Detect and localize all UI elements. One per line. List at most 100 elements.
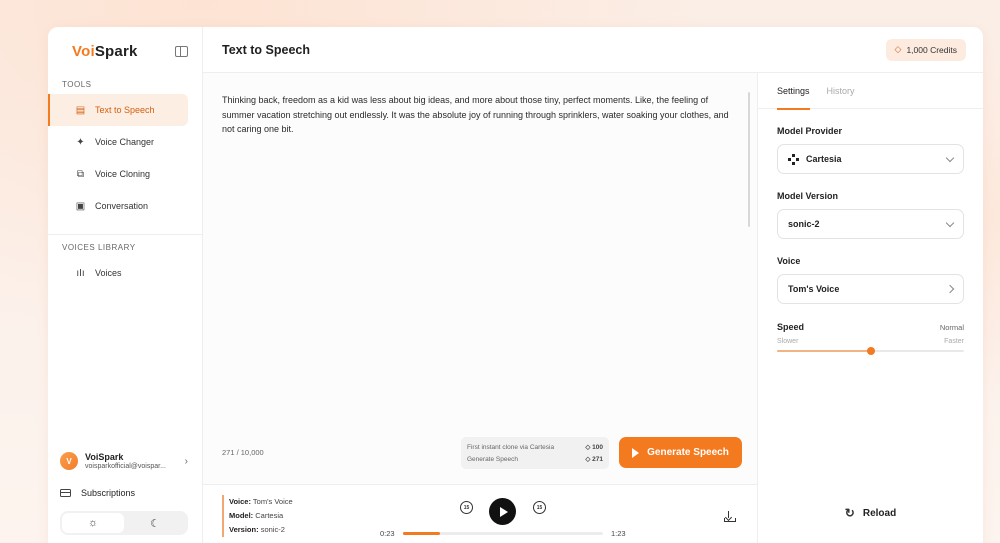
cost-value: ◇ 271 — [585, 455, 603, 463]
editor-scrollbar[interactable] — [748, 92, 750, 227]
cost-summary: First instant clone via Cartesia ◇ 100 G… — [461, 437, 609, 469]
model-provider-label: Model Provider — [777, 126, 843, 136]
speed-slider[interactable] — [777, 346, 964, 356]
speed-value: Normal — [939, 322, 964, 332]
voice-select[interactable]: Tom's Voice — [777, 274, 964, 304]
tools-section-label: TOOLS — [62, 80, 92, 89]
speed-slider-labels: Slower Faster — [777, 338, 964, 345]
main-area: Text to Speech ◇ 1,000 Credits Thinking … — [203, 27, 983, 543]
playback-progress-fill — [403, 532, 440, 535]
voice-label: Voice — [777, 256, 801, 266]
text-editor-panel: Thinking back, freedom as a kid was less… — [203, 73, 758, 543]
sidebar-item-voice-cloning[interactable]: ⧉ Voice Cloning — [48, 158, 188, 190]
speed-label: Speed — [777, 322, 805, 332]
sidebar-item-voices[interactable]: ıIı Voices — [48, 257, 188, 289]
play-button[interactable] — [489, 498, 516, 525]
rewind-15-button[interactable]: 15 — [460, 501, 473, 514]
user-account-row[interactable]: V VoiSpark voisparkofficial@voispar... › — [60, 447, 202, 475]
speed-row: Speed Normal — [777, 322, 964, 332]
sparkle-wave-icon: ✦ — [76, 136, 85, 148]
play-icon — [632, 447, 640, 458]
meta-value: sonic-2 — [260, 525, 285, 534]
sidebar-item-voice-changer[interactable]: ✦ Voice Changer — [48, 126, 188, 158]
meta-voice: Voice: Tom's Voice — [229, 495, 293, 509]
chat-bubble-icon: ▣ — [75, 200, 86, 212]
brand-part-2: Spark — [94, 42, 138, 60]
user-name: VoiSpark — [85, 452, 124, 462]
credit-card-icon — [60, 489, 71, 497]
rewind-15-icon: 15 — [463, 504, 470, 511]
sidebar-item-text-to-speech[interactable]: ▤ Text to Speech — [48, 94, 188, 126]
model-version-label: Model Version — [777, 191, 839, 201]
meta-key: Version: — [229, 525, 259, 534]
reload-icon: ↻ — [844, 506, 855, 520]
character-count: 271 / 10,000 — [222, 448, 264, 457]
cartesia-logo-icon — [788, 153, 799, 165]
meta-model: Model: Cartesia — [229, 509, 293, 523]
moon-icon: ☾ — [150, 517, 160, 530]
sidebar-item-label: Voices — [95, 268, 122, 278]
sidebar-item-label: Text to Speech — [95, 105, 155, 115]
forward-15-button[interactable]: 15 — [533, 501, 546, 514]
current-time: 0:23 — [380, 529, 395, 538]
download-arrow — [724, 513, 732, 521]
settings-panel: Settings History Model Provider Cartesia… — [758, 73, 983, 543]
reload-label: Reload — [862, 507, 897, 519]
reload-button[interactable]: ↻ Reload — [758, 506, 983, 520]
sidebar-item-label: Voice Cloning — [95, 169, 151, 179]
voice-value: Tom's Voice — [788, 284, 840, 294]
subscriptions-link[interactable]: Subscriptions — [60, 481, 202, 505]
user-email: voisparkofficial@voispar... — [85, 463, 166, 470]
select-value: Cartesia — [788, 153, 947, 165]
credits-badge[interactable]: ◇ 1,000 Credits — [885, 38, 966, 61]
speed-max-label: Faster — [944, 338, 964, 345]
meta-value: Tom's Voice — [252, 497, 293, 506]
diamond-icon: ◇ — [894, 44, 902, 54]
chevron-right-icon: › — [184, 455, 188, 467]
chevron-down-icon — [945, 153, 955, 162]
forward-15-icon: 15 — [536, 504, 543, 511]
chevron-down-icon — [945, 218, 955, 227]
tab-settings[interactable]: Settings — [777, 73, 810, 110]
total-time: 1:23 — [611, 529, 626, 538]
app-window: VoiSpark TOOLS ▤ Text to Speech ✦ Voice … — [48, 27, 983, 543]
cost-amount: 100 — [592, 444, 603, 451]
sidebar: VoiSpark TOOLS ▤ Text to Speech ✦ Voice … — [48, 27, 203, 543]
sun-icon: ☼ — [87, 517, 99, 529]
user-block: V VoiSpark voisparkofficial@voispar... ›… — [48, 447, 202, 535]
tab-history[interactable]: History — [827, 73, 855, 109]
speech-text-input[interactable]: Thinking back, freedom as a kid was less… — [222, 93, 742, 137]
cost-label: Generate Speech — [467, 455, 518, 463]
download-icon[interactable] — [723, 511, 736, 523]
cost-row: First instant clone via Cartesia ◇ 100 — [467, 441, 603, 453]
audio-player: Voice: Tom's Voice Model: Cartesia Versi… — [203, 484, 757, 543]
speed-min-label: Slower — [777, 338, 799, 345]
light-mode-button[interactable]: ☼ — [62, 513, 124, 533]
model-provider-select[interactable]: Cartesia — [777, 144, 964, 174]
theme-toggle: ☼ ☾ — [60, 511, 188, 535]
dark-mode-button[interactable]: ☾ — [124, 513, 186, 533]
generate-speech-label: Generate Speech — [647, 447, 729, 458]
waveform-icon: ıIı — [76, 267, 85, 279]
model-version-value: sonic-2 — [788, 219, 820, 229]
cost-amount: 271 — [592, 456, 603, 463]
document-voice-icon: ▤ — [75, 104, 86, 116]
speed-slider-thumb[interactable] — [866, 347, 875, 355]
content-body: Thinking back, freedom as a kid was less… — [203, 73, 983, 543]
playback-progress[interactable] — [403, 532, 603, 535]
generate-speech-button[interactable]: Generate Speech — [619, 437, 742, 468]
page-title: Text to Speech — [222, 42, 310, 57]
logo-row: VoiSpark — [48, 27, 202, 75]
meta-version: Version: sonic-2 — [229, 523, 293, 537]
user-text: VoiSpark voisparkofficial@voispar... — [85, 452, 185, 470]
sidebar-toggle-icon[interactable] — [175, 45, 188, 57]
brand-logo[interactable]: VoiSpark — [72, 43, 138, 60]
model-provider-value: Cartesia — [806, 154, 842, 164]
brand-part-1: Voi — [72, 42, 95, 60]
speed-slider-fill — [777, 350, 871, 352]
meta-value: Cartesia — [255, 511, 284, 520]
sidebar-item-conversation[interactable]: ▣ Conversation — [48, 190, 188, 222]
model-version-select[interactable]: sonic-2 — [777, 209, 964, 239]
avatar: V — [60, 452, 78, 470]
cost-label: First instant clone via Cartesia — [467, 443, 555, 451]
